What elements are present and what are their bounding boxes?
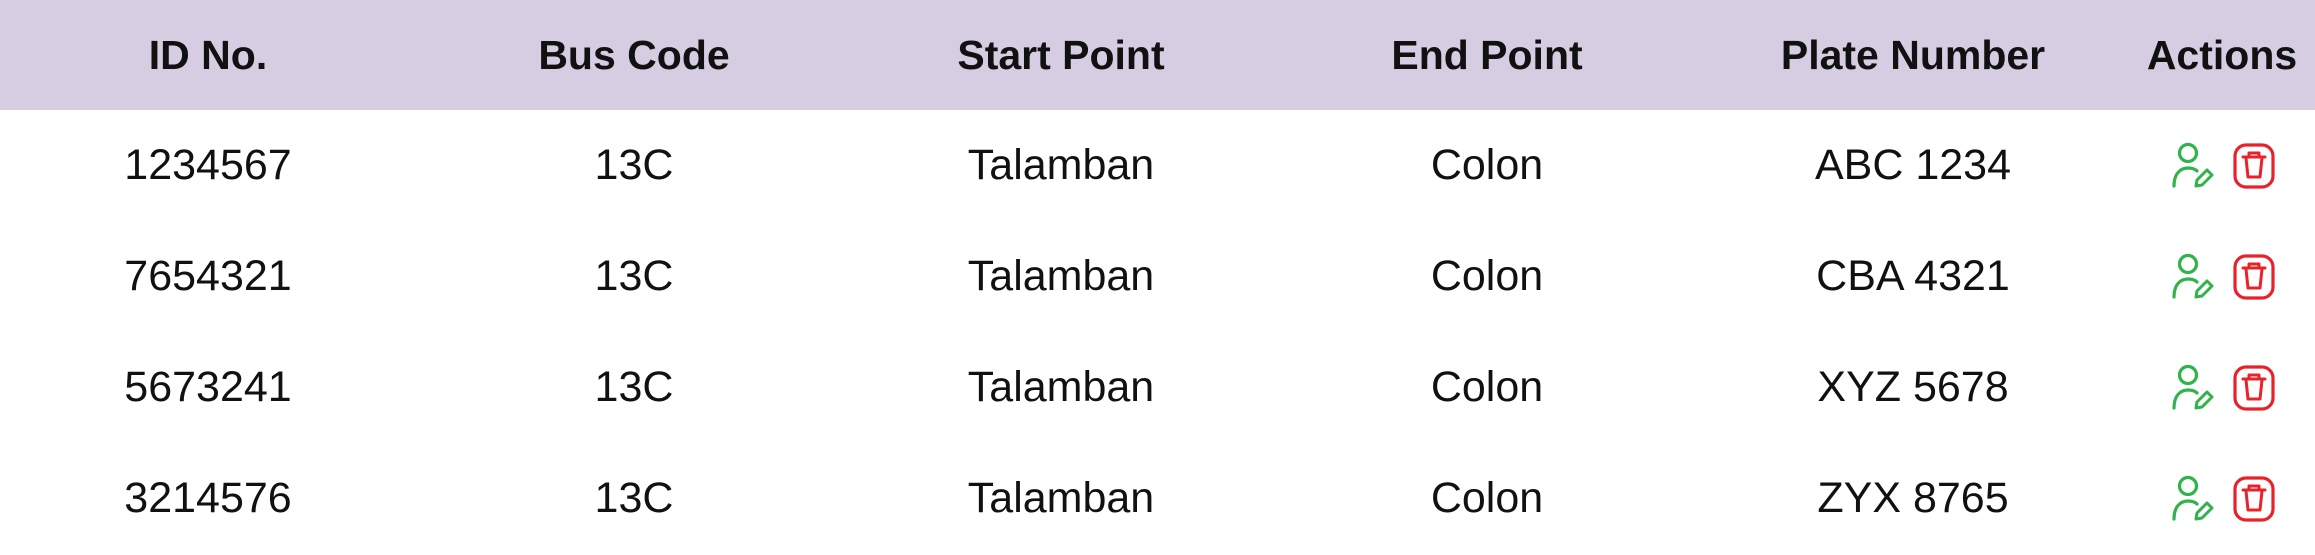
cell-start-point: Talamban: [967, 474, 1155, 522]
delete-button[interactable]: [2232, 253, 2276, 301]
user-edit-icon: [2172, 475, 2214, 521]
cell-end-point: Colon: [1430, 141, 1544, 189]
header-bus-code[interactable]: Bus Code: [538, 28, 729, 82]
trash-icon: [2233, 254, 2275, 300]
header-plate-number[interactable]: Plate Number: [1781, 28, 2045, 82]
cell-bus-code: 13C: [594, 252, 674, 300]
row-actions: [2170, 364, 2275, 414]
delete-button[interactable]: [2232, 475, 2276, 523]
cell-bus-code: 13C: [594, 363, 674, 411]
cell-start-point: Talamban: [967, 252, 1155, 300]
cell-end-point: Colon: [1430, 474, 1544, 522]
user-edit-icon: [2172, 364, 2214, 410]
cell-bus-code: 13C: [594, 141, 674, 189]
cell-bus-code: 13C: [594, 474, 674, 522]
row-actions: [2170, 475, 2275, 525]
cell-id: 3214576: [124, 474, 292, 522]
bus-table: ID No. Bus Code Start Point End Point Pl…: [0, 0, 2315, 555]
cell-plate-number: XYZ 5678: [1817, 363, 2009, 411]
delete-button[interactable]: [2232, 142, 2276, 190]
user-edit-icon: [2172, 253, 2214, 299]
delete-button[interactable]: [2232, 364, 2276, 412]
table-row: 5673241 13C Talamban Colon XYZ 5678: [0, 332, 2315, 443]
cell-id: 5673241: [124, 363, 292, 411]
header-actions: Actions: [2146, 32, 2298, 78]
cell-id: 1234567: [124, 141, 292, 189]
table-header: ID No. Bus Code Start Point End Point Pl…: [0, 0, 2315, 110]
edit-user-button[interactable]: [2170, 364, 2214, 412]
row-actions: [2170, 253, 2275, 303]
user-edit-icon: [2172, 142, 2214, 188]
trash-icon: [2233, 365, 2275, 411]
cell-start-point: Talamban: [967, 141, 1155, 189]
header-start-point[interactable]: Start Point: [957, 28, 1164, 82]
cell-id: 7654321: [124, 252, 292, 300]
header-end-point[interactable]: End Point: [1391, 28, 1582, 82]
header-id[interactable]: ID No.: [149, 28, 267, 82]
table-row: 3214576 13C Talamban Colon ZYX 8765: [0, 443, 2315, 554]
table-row: 7654321 13C Talamban Colon CBA 4321: [0, 221, 2315, 332]
cell-plate-number: ZYX 8765: [1817, 474, 2009, 522]
cell-end-point: Colon: [1430, 363, 1544, 411]
row-actions: [2170, 142, 2275, 192]
trash-icon: [2233, 476, 2275, 522]
edit-user-button[interactable]: [2170, 475, 2214, 523]
edit-user-button[interactable]: [2170, 142, 2214, 190]
cell-plate-number: ABC 1234: [1814, 141, 2012, 189]
trash-icon: [2233, 143, 2275, 189]
edit-user-button[interactable]: [2170, 253, 2214, 301]
table-row: 1234567 13C Talamban Colon ABC 1234: [0, 110, 2315, 221]
cell-plate-number: CBA 4321: [1816, 252, 2010, 300]
cell-start-point: Talamban: [967, 363, 1155, 411]
cell-end-point: Colon: [1430, 252, 1544, 300]
